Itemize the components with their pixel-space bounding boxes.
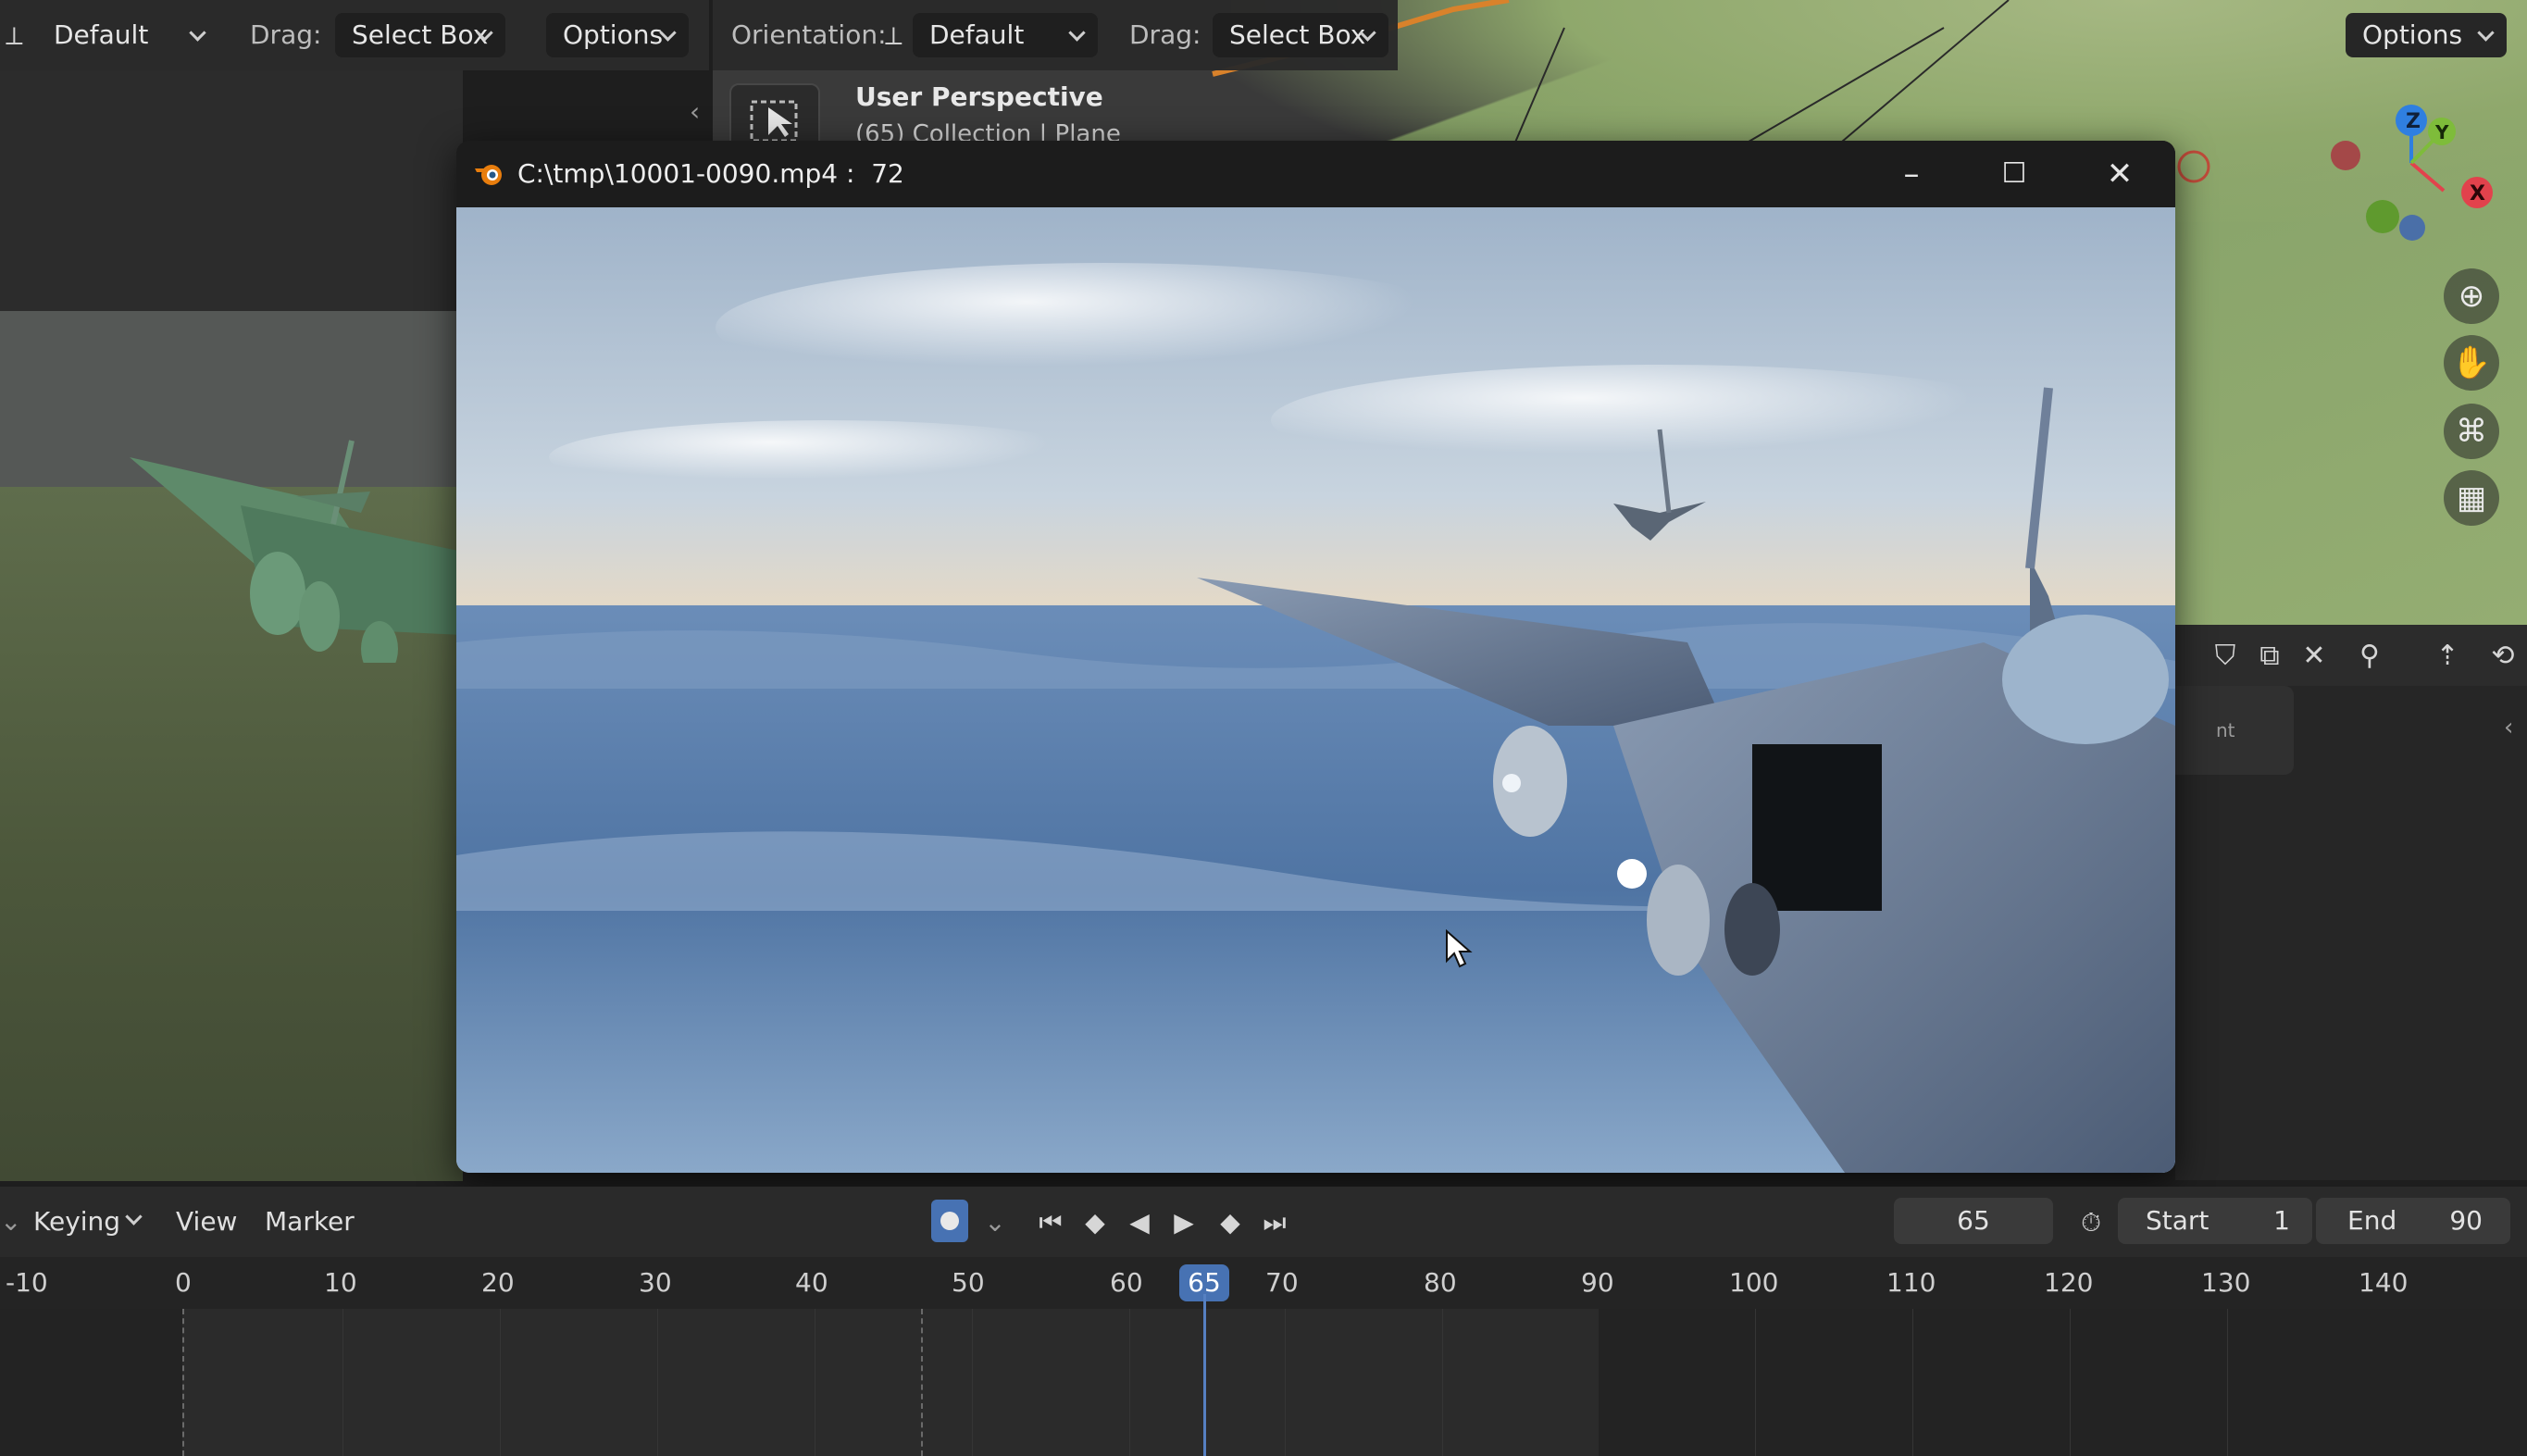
orientation-dropdown[interactable]: Default [913,13,1098,57]
timeline-track-area[interactable] [0,1309,2527,1456]
drag-dropdown[interactable]: Select Box [335,13,505,57]
start-frame-field[interactable]: Start 1 [2118,1198,2312,1244]
ruler-tick: 140 [2359,1267,2409,1298]
timeline-header: ⌄ Keying View Marker ⌄ ⏮ ◆ ◀ ▶ ◆ ⏭ 65 ⏱ … [0,1187,2527,1257]
transform-pivot-icon: ⟂ [6,20,23,51]
keying-menu[interactable]: Keying [33,1200,157,1244]
prev-keyframe-icon[interactable]: ◆ [1079,1207,1111,1238]
ruler-tick: 30 [639,1267,672,1298]
navigation-gizmo[interactable]: Z Y X [2314,89,2499,255]
video-frame-image [456,263,2175,1173]
chevron-down-icon[interactable]: ⌄ [979,1207,1011,1238]
window-title: C:\tmp\10001-0090.mp4 : 72 [517,158,904,189]
ruler-tick: 50 [952,1267,985,1298]
pin-icon[interactable]: ⚲ [2349,636,2390,677]
ruler-tick: 10 [324,1267,357,1298]
gizmo-z-label: Z [2406,110,2421,133]
card-text: nt [2216,719,2235,741]
range-start-marker [182,1309,184,1456]
mouse-cursor-icon [1446,929,1473,968]
gizmo-y-label: Y [2434,121,2449,143]
left-viewport-header: ⟂ Default Drag: Select Box Options [0,0,709,70]
play-icon[interactable]: ▶ [1168,1207,1200,1238]
properties-panel: ⛉ ⧉ ✕ ⚲ ⇡ ⟲ nt ‹ [2175,625,2527,1180]
start-label: Start [2146,1205,2210,1236]
parent-icon[interactable]: ⇡ [2427,636,2468,677]
shield-icon[interactable]: ⛉ [2205,636,2246,677]
current-frame-field[interactable]: 65 [1894,1198,2053,1244]
video-player-window[interactable]: C:\tmp\10001-0090.mp4 : 72 – ☐ ✕ [456,141,2175,1173]
end-label: End [2347,1205,2397,1236]
ruler-tick: 130 [2201,1267,2251,1298]
timeline-ruler[interactable]: -10 0 10 20 30 40 50 60 65 70 80 90 100 … [0,1257,2527,1309]
preview-marker [921,1309,923,1456]
next-keyframe-icon[interactable]: ◆ [1214,1207,1246,1238]
marker-menu[interactable]: Marker [265,1200,355,1244]
minimize-button[interactable]: – [1861,141,1962,207]
ruler-tick: 100 [1729,1267,1779,1298]
ruler-tick: 110 [1886,1267,1936,1298]
aircraft-model-left [130,440,463,663]
grid-ortho-icon[interactable]: ▦ [2444,470,2499,526]
frame-range-highlight [182,1309,1599,1456]
playhead-line[interactable] [1203,1294,1206,1456]
orientation-label: Orientation: [731,19,887,50]
camera-view-icon[interactable]: ⌘ [2444,404,2499,459]
main-viewport-header: Orientation: ⟂ Default Drag: Select Box [713,0,1398,70]
end-value: 90 [2449,1205,2483,1236]
duplicate-icon[interactable]: ⧉ [2249,636,2290,677]
hand-pan-icon[interactable]: ✋ [2444,335,2499,391]
options-dropdown-right[interactable]: Options [2346,13,2507,57]
maximize-button[interactable]: ☐ [1963,141,2065,207]
drag-dropdown[interactable]: Select Box [1213,13,1388,57]
drag-label: Drag: [1129,19,1201,50]
ruler-tick: 40 [795,1267,828,1298]
drag-label: Drag: [250,19,322,50]
close-icon[interactable]: ✕ [2294,636,2334,677]
window-titlebar[interactable]: C:\tmp\10001-0090.mp4 : 72 – ☐ ✕ [456,141,2175,207]
chevron-down-icon[interactable]: ⌄ [0,1200,21,1244]
gizmo-x-label: X [2470,182,2485,205]
viewport-title: User Perspective [855,81,1103,112]
ruler-tick: 120 [2044,1267,2094,1298]
properties-header: ⛉ ⧉ ✕ ⚲ ⇡ ⟲ [2175,625,2527,686]
blender-icon [475,165,502,185]
ruler-tick: 80 [1424,1267,1457,1298]
ruler-tick: 60 [1110,1267,1143,1298]
collapse-arrow-icon[interactable]: ‹ [2504,714,2513,741]
jump-start-icon[interactable]: ⏮ [1035,1207,1066,1238]
ruler-tick: 0 [175,1267,192,1298]
close-button[interactable]: ✕ [2069,141,2171,207]
jump-end-icon[interactable]: ⏭ [1259,1207,1290,1238]
ruler-tick: 20 [481,1267,515,1298]
link-icon[interactable]: ⟲ [2483,636,2523,677]
ruler-tick: -10 [6,1267,48,1298]
play-reverse-icon[interactable]: ◀ [1124,1207,1155,1238]
zoom-icon[interactable]: ⊕ [2444,268,2499,324]
collapse-arrow-icon[interactable]: ‹ [690,96,712,130]
video-frame[interactable] [456,207,2175,1173]
ruler-tick: 90 [1581,1267,1614,1298]
stopwatch-icon[interactable]: ⏱ [2075,1207,2107,1238]
auto-keying-button[interactable] [931,1200,968,1242]
left-viewport[interactable] [0,70,463,1181]
options-dropdown[interactable]: Options [546,13,689,57]
view-menu[interactable]: View [176,1200,237,1244]
start-value: 1 [2273,1205,2290,1236]
properties-card: nt [2175,686,2294,775]
end-frame-field[interactable]: End 90 [2316,1198,2510,1244]
record-icon [940,1212,959,1230]
ruler-tick: 70 [1265,1267,1299,1298]
orientation-dropdown[interactable]: Default [37,13,218,57]
